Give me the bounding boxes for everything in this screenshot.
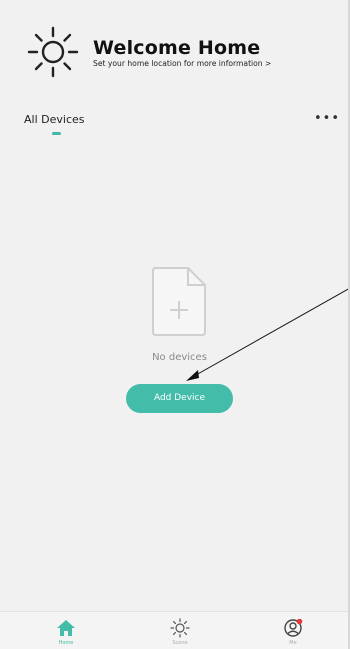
- nav-me-label: Me: [289, 640, 297, 646]
- welcome-title: Welcome Home: [93, 37, 261, 59]
- notification-badge: [296, 618, 303, 625]
- profile-icon: [284, 618, 303, 637]
- add-device-button[interactable]: Add Device: [126, 384, 233, 413]
- more-options-button[interactable]: •••: [314, 110, 339, 128]
- sun-icon: [27, 26, 79, 78]
- home-header: Welcome Home Set your home location for …: [0, 0, 350, 100]
- app-screen: Welcome Home Set your home location for …: [0, 0, 350, 649]
- home-location-link[interactable]: Set your home location for more informat…: [93, 59, 271, 68]
- tab-all-devices[interactable]: All Devices: [24, 113, 84, 126]
- nav-scene-label: Scene: [172, 640, 188, 646]
- home-location-label: Set your home location for more informat…: [93, 59, 263, 68]
- add-file-icon: [152, 267, 206, 336]
- bottom-nav: Home Scene Me: [0, 611, 350, 649]
- no-devices-message: No devices: [152, 352, 207, 363]
- nav-me[interactable]: Me: [263, 618, 323, 649]
- chevron-right-icon: >: [265, 59, 272, 68]
- sun-icon: [170, 618, 190, 638]
- nav-home[interactable]: Home: [36, 618, 96, 649]
- device-tabs: All Devices •••: [0, 108, 350, 142]
- home-icon: [57, 620, 75, 636]
- nav-home-label: Home: [58, 640, 74, 646]
- nav-scene[interactable]: Scene: [150, 618, 210, 649]
- active-tab-indicator: [52, 132, 61, 135]
